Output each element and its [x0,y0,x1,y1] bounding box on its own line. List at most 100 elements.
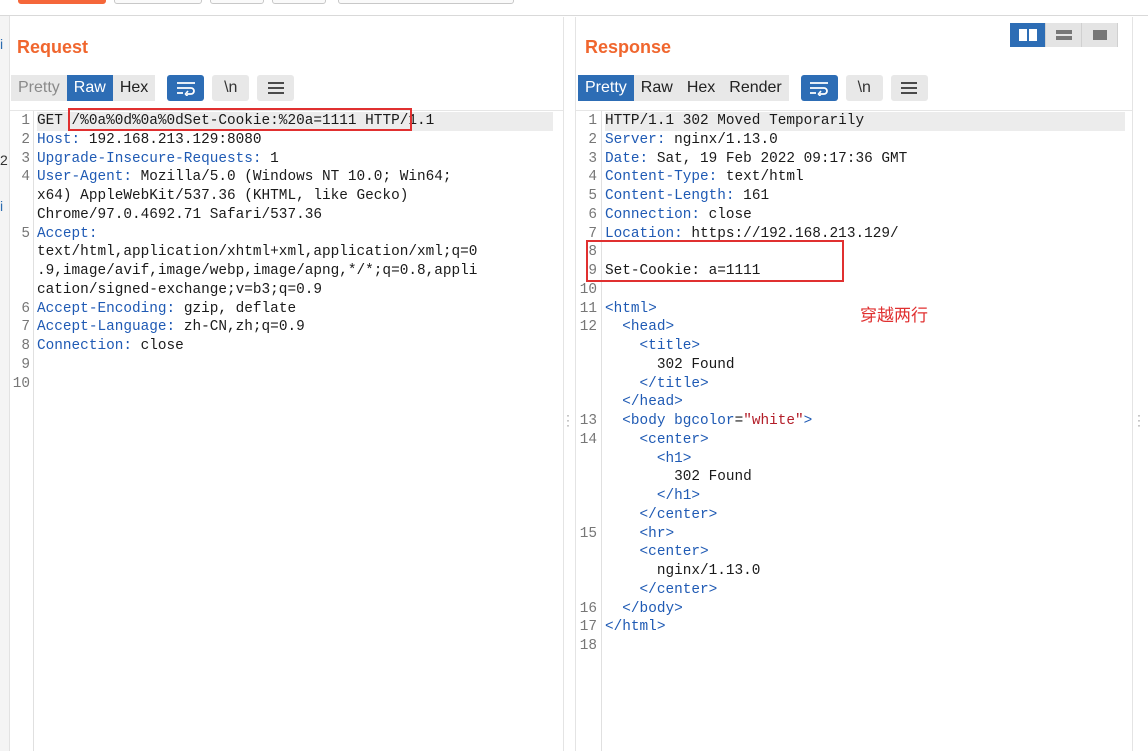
response-token [605,432,640,448]
request-token: .9,image/avif,image/webp,image/apng,*/*;… [37,263,478,279]
annotation-text: 穿越两行 [860,306,928,325]
response-code-line: </body> [605,600,1125,619]
request-title: Request [17,37,89,57]
target-field[interactable] [338,0,514,4]
response-line-number [576,468,597,487]
request-token: Host: [37,131,81,148]
request-tab-raw[interactable]: Raw [66,75,113,101]
response-tab-hex[interactable]: Hex [679,75,723,101]
request-token: Chrome/97.0.4692.71 Safari/537.36 [37,206,322,223]
request-line-number [10,187,30,206]
back-button[interactable] [210,0,264,4]
response-line-number: 5 [588,188,597,204]
edge-char-1: i [0,36,4,52]
layout-side-by-side-icon[interactable] [1010,23,1046,47]
response-token [605,601,622,617]
request-token: Connection: [37,338,132,354]
response-token: Connection: [605,206,700,223]
response-token: 302 Found [605,356,735,373]
response-token: Content-Length: [605,188,735,204]
wrap-lines-icon[interactable] [167,75,205,101]
response-code-line: </html> [605,618,1125,637]
response-token: nginx/1.13.0 [665,131,778,148]
response-token: <center> [639,431,709,448]
request-token: close [132,338,184,354]
cancel-button[interactable] [114,0,202,4]
response-line-number: 17 [579,619,597,636]
request-code-line [37,356,553,375]
request-tab-hex[interactable]: Hex [112,75,156,101]
right-scroll-edge[interactable]: · · · [1132,17,1148,751]
response-line-number [576,356,597,375]
request-payload-highlight [68,108,412,131]
response-editor[interactable]: 1 2 3 4 5 6 7 8 9 10 11 12 13 14 15 16 17 18 HTTP/1.1 302… [576,110,1132,751]
response-token: </body> [622,600,683,617]
forward-button[interactable] [272,0,326,4]
request-tabbar: Pretty Raw Hex \n [11,75,295,101]
send-button[interactable] [18,0,106,4]
response-code-line: HTTP/1.1 302 Moved Temporarily [605,112,1125,131]
response-token: 302 Found [605,469,752,486]
response-code-line: <body bgcolor="white"> [605,412,1125,431]
response-token: > [803,413,813,429]
request-line-number: 7 [21,319,30,336]
divider-grip-icon[interactable]: · · · [566,409,570,431]
request-code-line: .9,image/avif,image/webp,image/apng,*/*;… [37,262,553,281]
top-toolbar-strip [0,0,1148,16]
request-code: GET /%0a%0d%0a%0dSet-Cookie:%20a=1111 HT… [37,112,553,393]
left-panel-edge: i 2 i [0,16,10,751]
request-line-number [10,243,30,262]
response-code-line: </h1> [605,487,1125,506]
menu-icon[interactable] [890,75,928,101]
response-tab-pretty[interactable]: Pretty [578,75,634,101]
response-token: <center> [639,544,709,561]
response-token: bgcolor [674,413,735,429]
response-line-number: 1 [588,113,597,129]
request-code-line: Accept-Language: zh-CN,zh;q=0.9 [37,318,553,337]
request-token: 1 [261,150,279,167]
request-code-line: User-Agent: Mozilla/5.0 (Windows NT 10.0… [37,168,553,187]
request-token: Accept-Encoding: [37,300,176,317]
response-token [605,319,622,335]
response-token [605,507,640,523]
response-code-line: 302 Found [605,356,1125,375]
response-line-number: 10 [579,281,597,298]
response-line-number [576,337,597,356]
show-newlines-icon[interactable]: \n [845,75,883,101]
show-newlines-icon[interactable]: \n [212,75,250,101]
layout-stacked-icon[interactable] [1046,23,1082,47]
response-code-line: <center> [605,543,1125,562]
wrap-lines-icon[interactable] [800,75,838,101]
response-line-number: 18 [579,638,597,654]
response-token: <body [622,413,675,429]
response-token [605,582,640,598]
request-line-number: 10 [12,375,30,392]
response-token: <head> [622,319,675,336]
request-token: text/html,application/xhtml+xml,applicat… [37,244,478,261]
response-tab-raw[interactable]: Raw [633,75,680,101]
request-editor[interactable]: 1 2 3 4 5 6 7 8 9 10 GET /%0a%0d%0a%0dSet-Cookie:… [10,110,563,751]
request-token: x64) AppleWebKit/537.36 (KHTML, like Gec… [37,188,409,204]
response-line-number [576,581,597,600]
response-token: HTTP/1.1 302 Moved Temporarily [605,113,865,129]
request-code-line: Accept: [37,225,553,244]
response-token [605,413,622,429]
right-grip-icon[interactable]: · · · [1137,409,1141,431]
request-line-number [10,206,30,225]
request-token: gzip, deflate [175,300,297,317]
request-tab-pretty[interactable]: Pretty [11,75,67,101]
response-code-line: Content-Type: text/html [605,168,1125,187]
response-token: "white" [743,413,804,429]
request-token: cation/signed-exchange;v=b3;q=0.9 [37,281,322,298]
request-code-line: x64) AppleWebKit/537.36 (KHTML, like Gec… [37,187,553,206]
response-line-number: 16 [579,600,597,617]
pane-divider[interactable]: · · · [563,17,576,751]
layout-tabs-icon[interactable] [1082,23,1118,47]
request-code-line: cation/signed-exchange;v=b3;q=0.9 [37,281,553,300]
response-line-number [576,487,597,506]
menu-icon[interactable] [257,75,295,101]
response-line-number [576,375,597,394]
response-code-line: <center> [605,431,1125,450]
response-tab-render[interactable]: Render [722,75,789,101]
response-line-number: 6 [588,206,597,223]
